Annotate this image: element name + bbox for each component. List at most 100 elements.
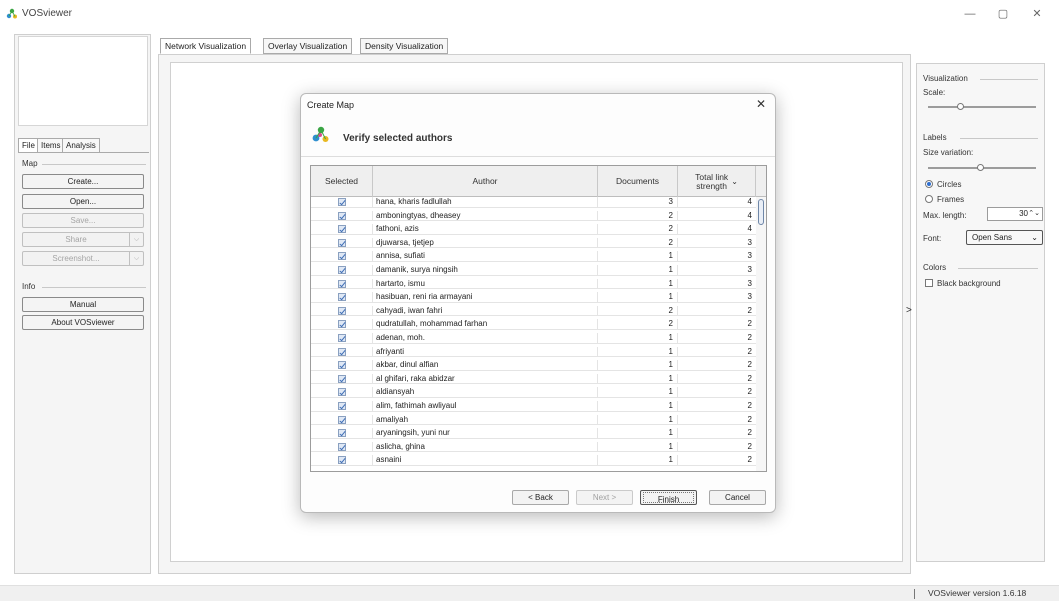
black-background-checkbox[interactable] bbox=[925, 279, 933, 287]
restore-icon[interactable]: ▢ bbox=[988, 6, 1018, 22]
table-row[interactable]: aryaningsih, yuni nur 1 2 bbox=[311, 428, 756, 439]
next-button[interactable]: Next > bbox=[576, 490, 633, 505]
save-button[interactable]: Save... bbox=[22, 213, 144, 228]
table-scrollbar[interactable] bbox=[756, 197, 766, 471]
circles-radio[interactable] bbox=[925, 180, 933, 188]
table-row[interactable]: al ghifari, raka abidzar 1 2 bbox=[311, 373, 756, 385]
row-checkbox[interactable] bbox=[337, 211, 346, 220]
table-row[interactable]: adenan, moh. 1 2 bbox=[311, 333, 756, 344]
column-total-link-strength[interactable]: Total link strength ⌄ bbox=[678, 166, 756, 197]
close-icon[interactable]: ✕ bbox=[1022, 6, 1052, 22]
table-row[interactable]: cahyadi, iwan fahri 2 2 bbox=[311, 305, 756, 317]
table-row[interactable]: akbar, dinul alfian 1 2 bbox=[311, 360, 756, 371]
table-row[interactable]: aslicha, ghina 1 2 bbox=[311, 441, 756, 453]
selected-cell[interactable] bbox=[311, 197, 373, 208]
manual-button[interactable]: Manual bbox=[22, 297, 144, 312]
selected-cell[interactable] bbox=[311, 319, 373, 330]
selected-cell[interactable] bbox=[311, 251, 373, 262]
selected-cell[interactable] bbox=[311, 333, 373, 344]
table-row[interactable]: aldiansyah 1 2 bbox=[311, 387, 756, 398]
row-checkbox[interactable] bbox=[337, 198, 346, 206]
selected-cell[interactable] bbox=[311, 210, 373, 222]
cancel-button[interactable]: Cancel bbox=[709, 490, 766, 505]
author-cell: alim, fathimah awliyaul bbox=[373, 401, 598, 412]
size-variation-slider-thumb[interactable] bbox=[977, 164, 984, 171]
finish-button[interactable]: Finish bbox=[640, 490, 697, 505]
scale-slider-thumb[interactable] bbox=[957, 103, 964, 110]
row-checkbox[interactable] bbox=[337, 442, 346, 451]
row-checkbox[interactable] bbox=[337, 266, 346, 274]
row-checkbox[interactable] bbox=[337, 279, 346, 288]
open-button[interactable]: Open... bbox=[22, 194, 144, 209]
spinner-arrows-icon[interactable]: ⌃⌄ bbox=[1028, 208, 1040, 220]
selected-cell[interactable] bbox=[311, 265, 373, 276]
row-checkbox[interactable] bbox=[337, 388, 346, 397]
table-row[interactable]: hana, kharis fadlullah 3 4 bbox=[311, 197, 756, 208]
screenshot-dropdown-icon[interactable]: ⌵ bbox=[129, 252, 143, 265]
expand-panel-icon[interactable]: > bbox=[906, 305, 912, 316]
selected-cell[interactable] bbox=[311, 360, 373, 371]
selected-cell[interactable] bbox=[311, 401, 373, 412]
table-row[interactable]: hasibuan, reni ria armayani 1 3 bbox=[311, 292, 756, 303]
tab-items[interactable]: Items bbox=[37, 138, 65, 153]
row-checkbox[interactable] bbox=[337, 225, 346, 234]
table-row[interactable]: alim, fathimah awliyaul 1 2 bbox=[311, 401, 756, 412]
column-selected[interactable]: Selected bbox=[311, 166, 373, 197]
scale-slider-track[interactable] bbox=[928, 106, 1036, 108]
share-dropdown-icon[interactable]: ⌵ bbox=[129, 233, 143, 246]
table-row[interactable]: amboningtyas, dheasey 2 4 bbox=[311, 210, 756, 222]
table-row[interactable]: damanik, surya ningsih 1 3 bbox=[311, 265, 756, 276]
dialog-close-icon[interactable]: ✕ bbox=[756, 97, 766, 111]
row-checkbox[interactable] bbox=[337, 238, 346, 247]
frames-radio[interactable] bbox=[925, 195, 933, 203]
selected-cell[interactable] bbox=[311, 292, 373, 303]
share-button[interactable]: Share ⌵ bbox=[22, 232, 144, 247]
max-length-spinner[interactable]: 30 ⌃⌄ bbox=[987, 207, 1043, 221]
row-checkbox[interactable] bbox=[337, 361, 346, 370]
tab-density-visualization[interactable]: Density Visualization bbox=[360, 38, 449, 54]
tab-file[interactable]: File bbox=[18, 138, 39, 153]
tab-overlay-visualization[interactable]: Overlay Visualization bbox=[263, 38, 353, 54]
row-checkbox[interactable] bbox=[337, 374, 346, 383]
table-row[interactable]: asnaini 1 2 bbox=[311, 455, 756, 466]
minimize-icon[interactable]: — bbox=[955, 6, 985, 22]
selected-cell[interactable] bbox=[311, 237, 373, 249]
create-button[interactable]: Create... bbox=[22, 174, 144, 189]
row-checkbox[interactable] bbox=[337, 293, 346, 302]
row-checkbox[interactable] bbox=[337, 320, 346, 329]
selected-cell[interactable] bbox=[311, 224, 373, 235]
row-checkbox[interactable] bbox=[337, 347, 346, 356]
screenshot-button[interactable]: Screenshot... ⌵ bbox=[22, 251, 144, 266]
table-row[interactable]: amaliyah 1 2 bbox=[311, 414, 756, 426]
column-documents[interactable]: Documents bbox=[598, 166, 678, 197]
row-checkbox[interactable] bbox=[337, 252, 346, 261]
row-checkbox[interactable] bbox=[337, 402, 346, 410]
tab-network-visualization[interactable]: Network Visualization bbox=[160, 38, 252, 54]
table-row[interactable]: hartarto, ismu 1 3 bbox=[311, 278, 756, 290]
table-row[interactable]: djuwarsa, tjetjep 2 3 bbox=[311, 237, 756, 249]
row-checkbox[interactable] bbox=[337, 334, 346, 342]
row-checkbox[interactable] bbox=[337, 415, 346, 424]
table-row[interactable]: annisa, sufiati 1 3 bbox=[311, 251, 756, 262]
table-row[interactable]: fathoni, azis 2 4 bbox=[311, 224, 756, 235]
font-select[interactable]: Open Sans ⌄ bbox=[966, 230, 1043, 245]
selected-cell[interactable] bbox=[311, 414, 373, 426]
table-row[interactable]: qudratullah, mohammad farhan 2 2 bbox=[311, 319, 756, 330]
selected-cell[interactable] bbox=[311, 428, 373, 439]
scrollbar-thumb[interactable] bbox=[758, 199, 764, 225]
row-checkbox[interactable] bbox=[337, 429, 346, 438]
selected-cell[interactable] bbox=[311, 455, 373, 466]
selected-cell[interactable] bbox=[311, 373, 373, 385]
row-checkbox[interactable] bbox=[337, 456, 346, 465]
back-button[interactable]: < Back bbox=[512, 490, 569, 505]
selected-cell[interactable] bbox=[311, 346, 373, 358]
tab-analysis[interactable]: Analysis bbox=[62, 138, 100, 153]
about-button[interactable]: About VOSviewer bbox=[22, 315, 144, 330]
column-author[interactable]: Author bbox=[373, 166, 598, 197]
selected-cell[interactable] bbox=[311, 441, 373, 453]
table-row[interactable]: afriyanti 1 2 bbox=[311, 346, 756, 358]
selected-cell[interactable] bbox=[311, 305, 373, 317]
row-checkbox[interactable] bbox=[337, 306, 346, 315]
selected-cell[interactable] bbox=[311, 278, 373, 290]
selected-cell[interactable] bbox=[311, 387, 373, 398]
